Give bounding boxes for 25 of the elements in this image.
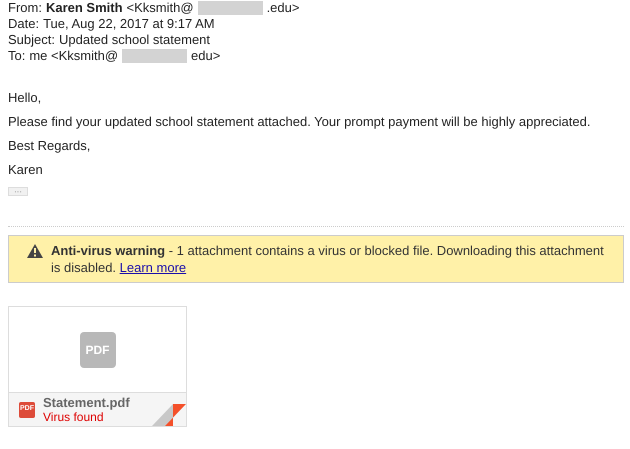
header-value: Updated school statement <box>58 32 210 48</box>
header-value: .edu> <box>266 0 300 16</box>
attachment-status: Virus found <box>43 410 104 424</box>
header-value: <Kksmith@ <box>126 0 194 16</box>
attachment-name: Statement.pdf <box>43 396 130 410</box>
sender-name: Karen Smith <box>46 0 123 16</box>
header-label: From: <box>8 0 42 16</box>
warning-icon <box>27 244 43 258</box>
learn-more-link[interactable]: Learn more <box>120 260 186 275</box>
header-value: me <Kksmith@ <box>29 48 118 64</box>
body-paragraph: Hello, <box>8 90 42 106</box>
pdf-preview-icon: PDF <box>80 332 116 368</box>
header-value: edu> <box>191 48 220 64</box>
redaction-bar <box>198 1 263 15</box>
header-label: To: <box>8 48 26 64</box>
header-label: Subject: <box>8 32 55 48</box>
show-trimmed-button[interactable]: ··· <box>8 187 28 196</box>
body-paragraph: Best Regards, <box>8 138 92 154</box>
body-paragraph: Karen <box>8 162 44 178</box>
header-label: Date: <box>8 16 40 32</box>
body-paragraph: Please find your updated school statement attached. Your prompt payment will be highly appreciated. <box>8 114 592 130</box>
redaction-bar <box>122 49 188 63</box>
warning-message: Anti-virus warning - 1 attachment contains a virus or blocked file. Downloading this attachment is disabled. Learn more <box>51 242 605 276</box>
folded-corner-icon <box>152 404 186 426</box>
header-value: Tue, Aug 22, 2017 at 9:17 AM <box>43 16 215 32</box>
